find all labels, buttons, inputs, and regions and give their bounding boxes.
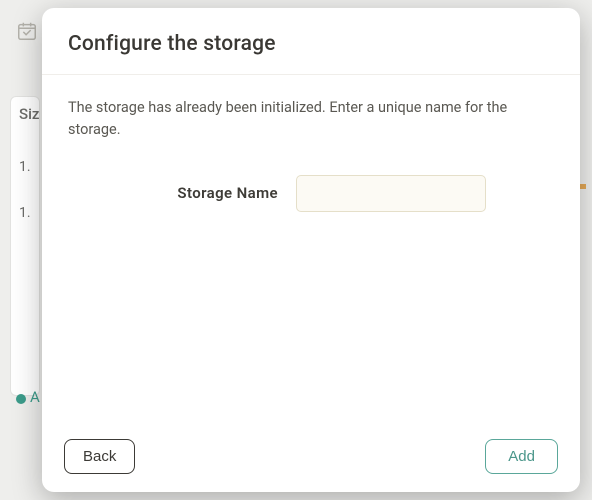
background-side-panel: Siz 1. 1.	[10, 96, 40, 396]
calendar-icon	[16, 20, 38, 42]
storage-name-field-row: Storage Name	[68, 175, 554, 212]
storage-name-input[interactable]	[296, 175, 486, 212]
configure-storage-modal: Configure the storage The storage has al…	[42, 8, 580, 492]
modal-title: Configure the storage	[68, 32, 554, 56]
back-button[interactable]: Back	[64, 439, 135, 474]
modal-body: The storage has already been initialized…	[42, 75, 580, 425]
modal-header: Configure the storage	[42, 8, 580, 75]
storage-name-label: Storage Name	[128, 184, 278, 202]
modal-footer: Back Add	[42, 425, 580, 492]
background-accent-text: A	[30, 388, 40, 406]
status-dot-icon	[16, 394, 26, 404]
modal-description: The storage has already been initialized…	[68, 97, 554, 141]
background-accent-bar	[580, 184, 586, 189]
add-button[interactable]: Add	[485, 439, 558, 474]
